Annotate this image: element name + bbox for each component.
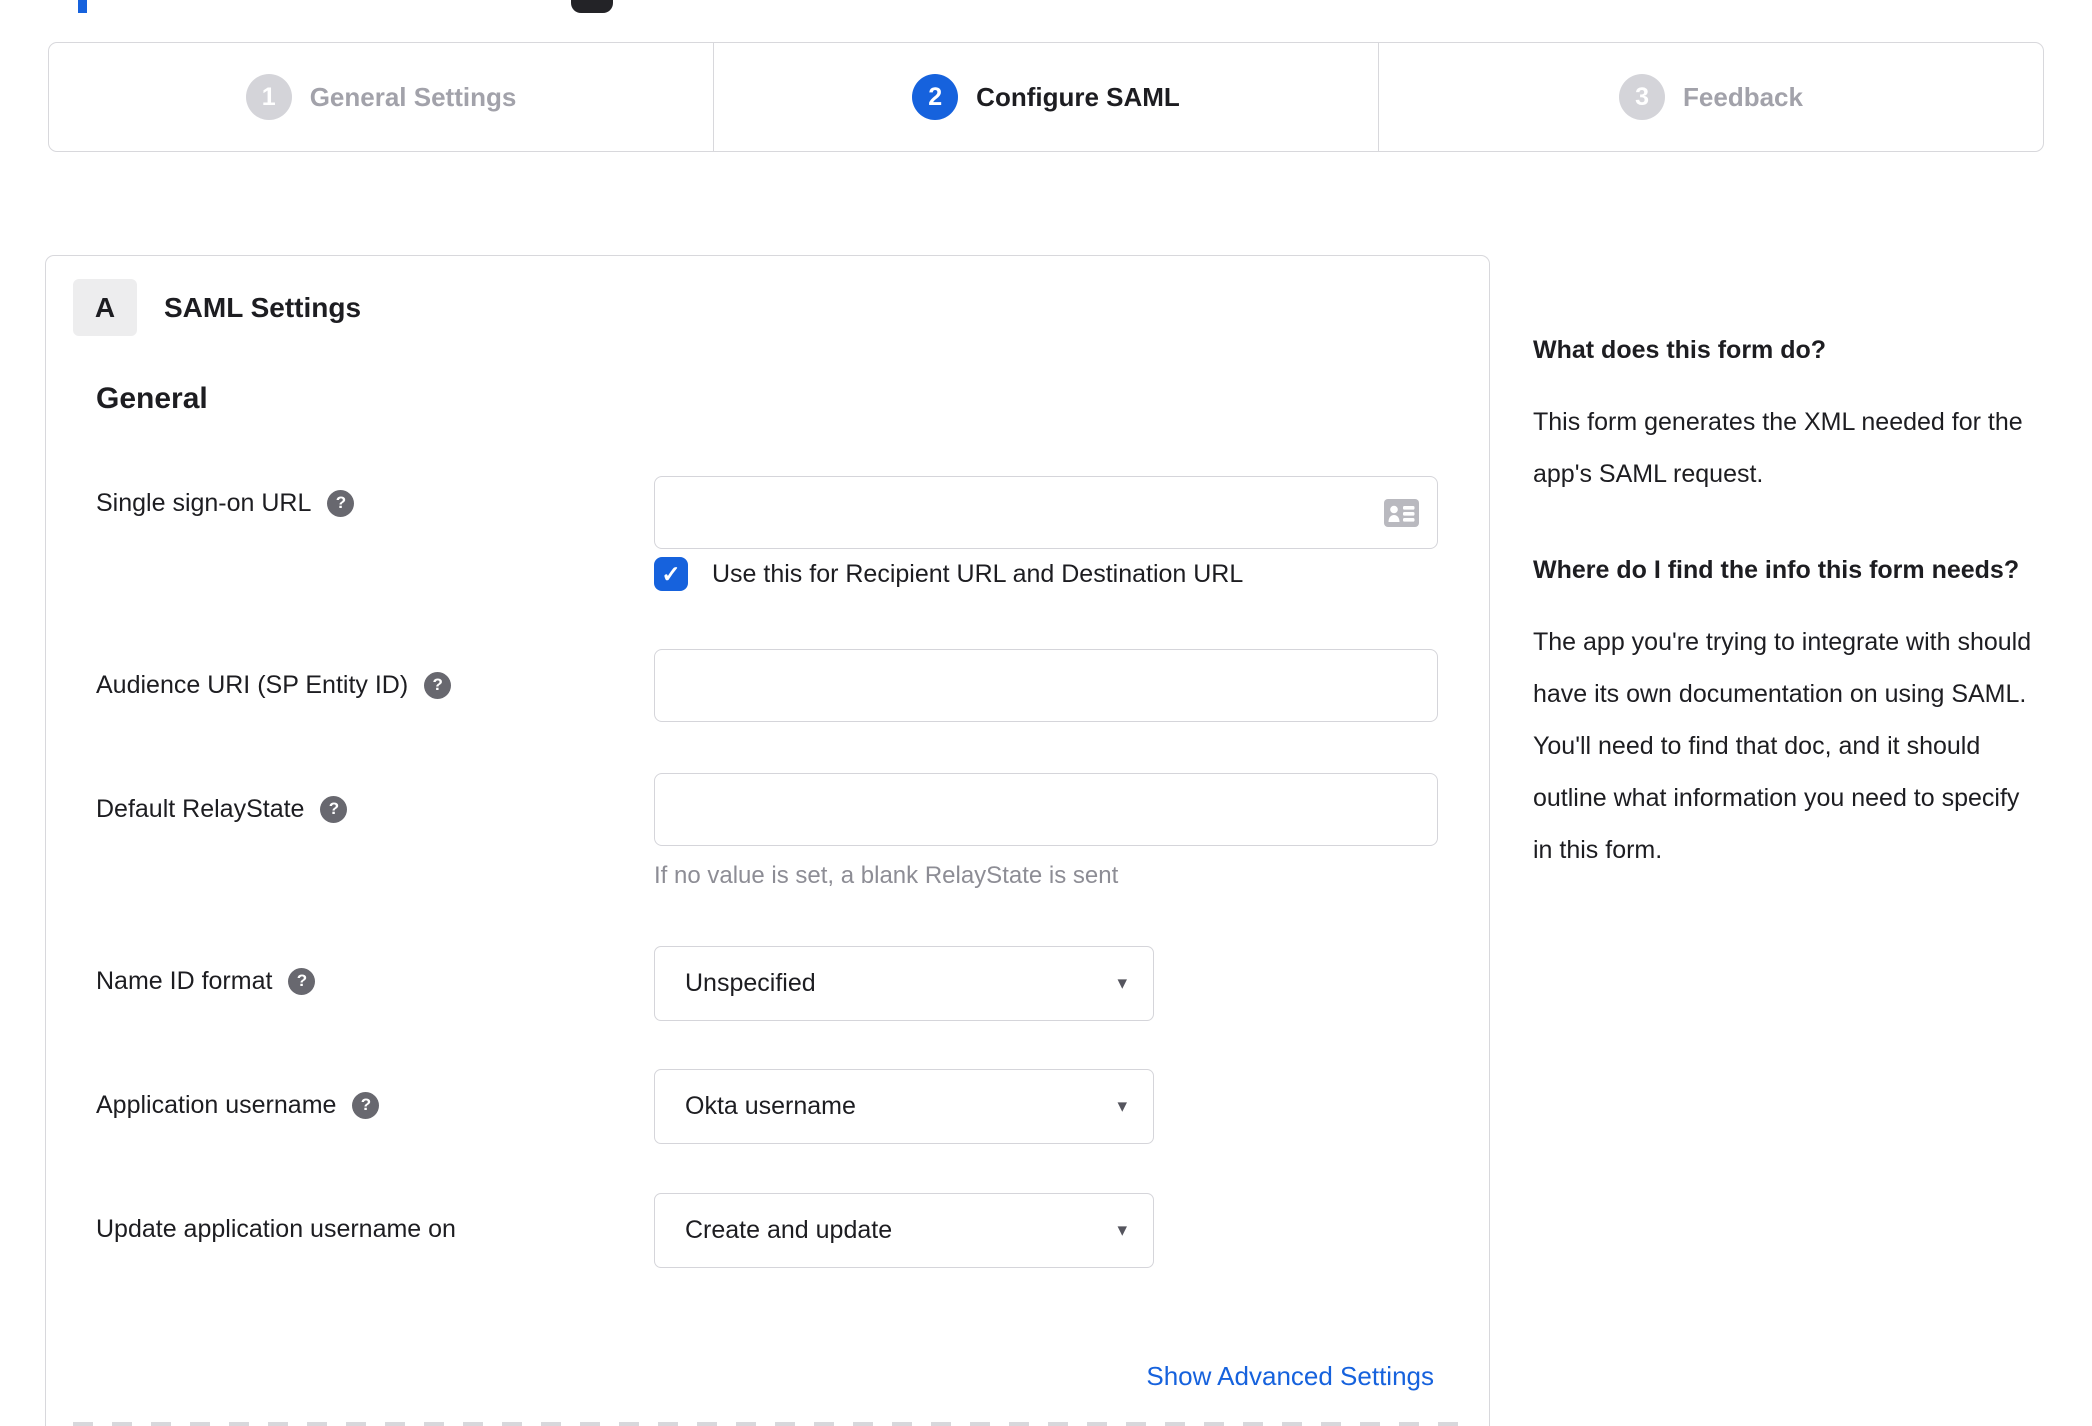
- name-id-format-label-row: Name ID format ?: [96, 964, 316, 998]
- help-heading-what: What does this form do?: [1533, 336, 1827, 364]
- default-relaystate-input-wrap: [654, 773, 1438, 846]
- recipient-url-checkbox-row: ✓ Use this for Recipient URL and Destina…: [654, 557, 1243, 591]
- step-number-badge: 3: [1619, 74, 1666, 120]
- cropped-top-artifact-blue: [78, 0, 87, 13]
- step-number-badge: 2: [912, 74, 959, 120]
- application-username-label-row: Application username ?: [96, 1088, 380, 1122]
- application-username-value: Okta username: [685, 1092, 856, 1120]
- help-icon[interactable]: ?: [424, 671, 452, 699]
- contact-card-icon[interactable]: [1384, 498, 1419, 527]
- sso-url-label-row: Single sign-on URL ?: [96, 486, 355, 520]
- group-title-general: General: [96, 382, 208, 415]
- application-username-select[interactable]: Okta username ▾: [654, 1069, 1154, 1144]
- audience-uri-input-wrap: [654, 649, 1438, 722]
- help-icon[interactable]: ?: [352, 1091, 380, 1119]
- help-icon[interactable]: ?: [288, 967, 316, 995]
- step-number-badge: 1: [245, 74, 292, 120]
- name-id-format-label: Name ID format: [96, 966, 273, 995]
- name-id-format-select[interactable]: Unspecified ▾: [654, 946, 1154, 1021]
- audience-uri-input[interactable]: [673, 650, 1419, 721]
- audience-uri-label: Audience URI (SP Entity ID): [96, 670, 409, 699]
- sso-url-label: Single sign-on URL: [96, 488, 312, 517]
- update-app-username-select[interactable]: Create and update ▾: [654, 1193, 1154, 1268]
- relaystate-helper-text: If no value is set, a blank RelayState i…: [654, 862, 1119, 889]
- recipient-url-checkbox[interactable]: ✓: [654, 557, 688, 591]
- update-app-username-value: Create and update: [685, 1216, 893, 1244]
- chevron-down-icon: ▾: [1117, 1096, 1127, 1117]
- step-configure-saml[interactable]: 2 Configure SAML: [713, 43, 1378, 151]
- update-app-username-label-row: Update application username on: [96, 1212, 456, 1246]
- application-username-label: Application username: [96, 1090, 337, 1119]
- step-label: Configure SAML: [976, 81, 1180, 112]
- help-icon[interactable]: ?: [320, 795, 348, 823]
- wizard-stepper: 1 General Settings 2 Configure SAML 3 Fe…: [48, 42, 2044, 152]
- audience-uri-label-row: Audience URI (SP Entity ID) ?: [96, 668, 452, 702]
- show-advanced-settings-link[interactable]: Show Advanced Settings: [1146, 1361, 1434, 1392]
- chevron-down-icon: ▾: [1117, 973, 1127, 994]
- dashed-section-divider: [73, 1422, 1462, 1426]
- update-app-username-label: Update application username on: [96, 1214, 456, 1243]
- step-feedback[interactable]: 3 Feedback: [1378, 43, 2043, 151]
- help-sidebar: What does this form do? This form genera…: [1533, 330, 2038, 926]
- default-relaystate-label: Default RelayState: [96, 794, 305, 823]
- name-id-format-value: Unspecified: [685, 969, 816, 997]
- cropped-top-artifact-dark: [571, 0, 613, 13]
- saml-settings-panel: A SAML Settings General Single sign-on U…: [45, 255, 1490, 1426]
- default-relaystate-input[interactable]: [673, 774, 1419, 845]
- help-body-where: The app you're trying to integrate with …: [1533, 628, 2032, 864]
- step-general-settings[interactable]: 1 General Settings: [49, 43, 713, 151]
- section-title: SAML Settings: [164, 292, 362, 323]
- step-label: General Settings: [309, 81, 517, 112]
- sso-url-input[interactable]: [673, 477, 1384, 548]
- help-heading-where: Where do I find the info this form needs…: [1533, 556, 2020, 584]
- default-relaystate-label-row: Default RelayState ?: [96, 792, 348, 826]
- help-icon[interactable]: ?: [327, 489, 355, 517]
- sso-url-input-wrap: [654, 476, 1438, 549]
- step-label: Feedback: [1683, 81, 1803, 112]
- chevron-down-icon: ▾: [1117, 1220, 1127, 1241]
- section-a-badge: A: [73, 279, 137, 336]
- help-body-what: This form generates the XML needed for t…: [1533, 408, 2023, 488]
- recipient-url-checkbox-label: Use this for Recipient URL and Destinati…: [712, 559, 1244, 588]
